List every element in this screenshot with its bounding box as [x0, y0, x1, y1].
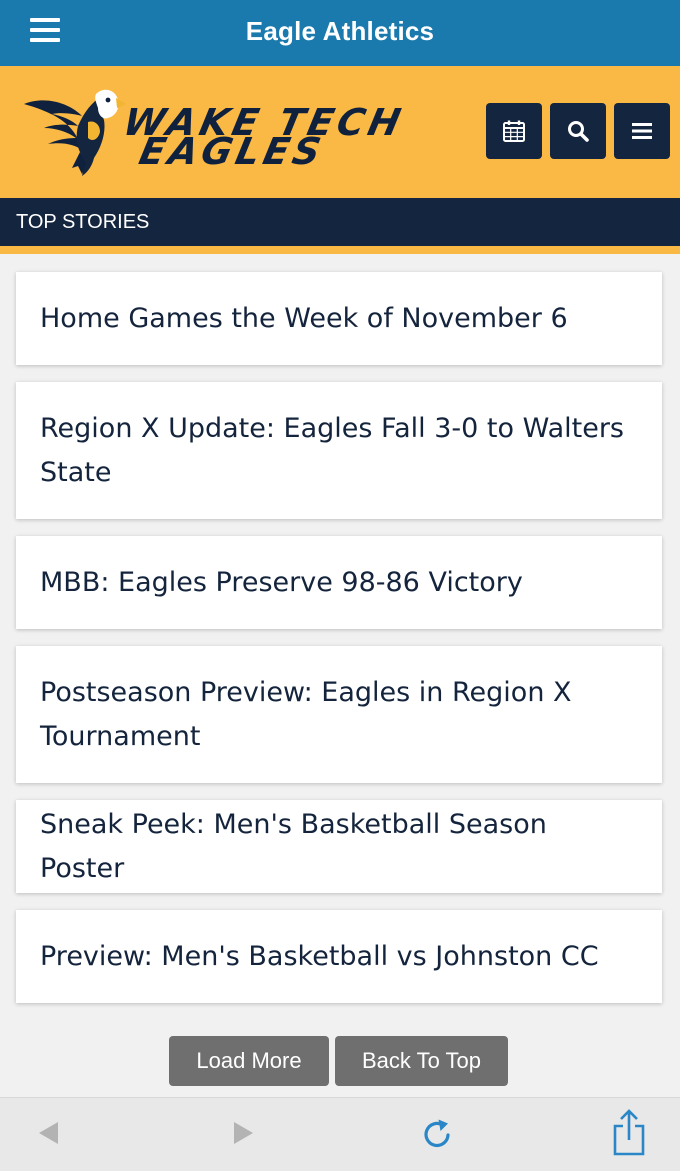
app-title: Eagle Athletics — [245, 16, 435, 46]
section-accent-divider — [0, 246, 680, 254]
story-card[interactable]: Region X Update: Eagles Fall 3-0 to Walt… — [16, 382, 662, 519]
story-title: Region X Update: Eagles Fall 3-0 to Walt… — [40, 412, 624, 488]
story-title: Postseason Preview: Eagles in Region X T… — [40, 676, 572, 752]
forward-arrow-icon[interactable] — [232, 1116, 256, 1150]
eagle-mascot-icon — [24, 89, 126, 176]
share-icon[interactable] — [611, 1108, 647, 1156]
calendar-icon — [503, 120, 525, 142]
back-to-top-button[interactable]: Back To Top — [335, 1036, 508, 1086]
browser-toolbar — [0, 1097, 680, 1171]
app-bar: Eagle Athletics — [0, 0, 680, 66]
story-title: MBB: Eagles Preserve 98-86 Victory — [40, 566, 523, 598]
reload-icon[interactable] — [419, 1116, 455, 1152]
search-icon — [568, 121, 589, 142]
search-button[interactable] — [550, 103, 606, 159]
load-more-button[interactable]: Load More — [169, 1036, 329, 1086]
section-heading: TOP STORIES — [0, 198, 680, 246]
story-card[interactable]: Preview: Men's Basketball vs Johnston CC — [16, 910, 662, 1003]
logo-text-eagles: EAGLES — [135, 130, 329, 173]
back-arrow-icon[interactable] — [36, 1116, 60, 1150]
story-title: Home Games the Week of November 6 — [40, 302, 568, 334]
calendar-button[interactable] — [486, 103, 542, 159]
story-card[interactable]: Home Games the Week of November 6 — [16, 272, 662, 365]
story-card[interactable]: MBB: Eagles Preserve 98-86 Victory — [16, 536, 662, 629]
story-card[interactable]: Postseason Preview: Eagles in Region X T… — [16, 646, 662, 783]
wake-tech-eagles-logo[interactable]: WAKE TECH EAGLES — [22, 86, 408, 178]
site-menu-button[interactable] — [614, 103, 670, 159]
story-title: Preview: Men's Basketball vs Johnston CC — [40, 940, 599, 972]
brand-header: WAKE TECH EAGLES — [0, 66, 680, 198]
menu-icon — [632, 123, 652, 139]
story-card[interactable]: Sneak Peek: Men's Basketball Season Post… — [16, 800, 662, 893]
story-title: Sneak Peek: Men's Basketball Season Post… — [40, 808, 547, 884]
